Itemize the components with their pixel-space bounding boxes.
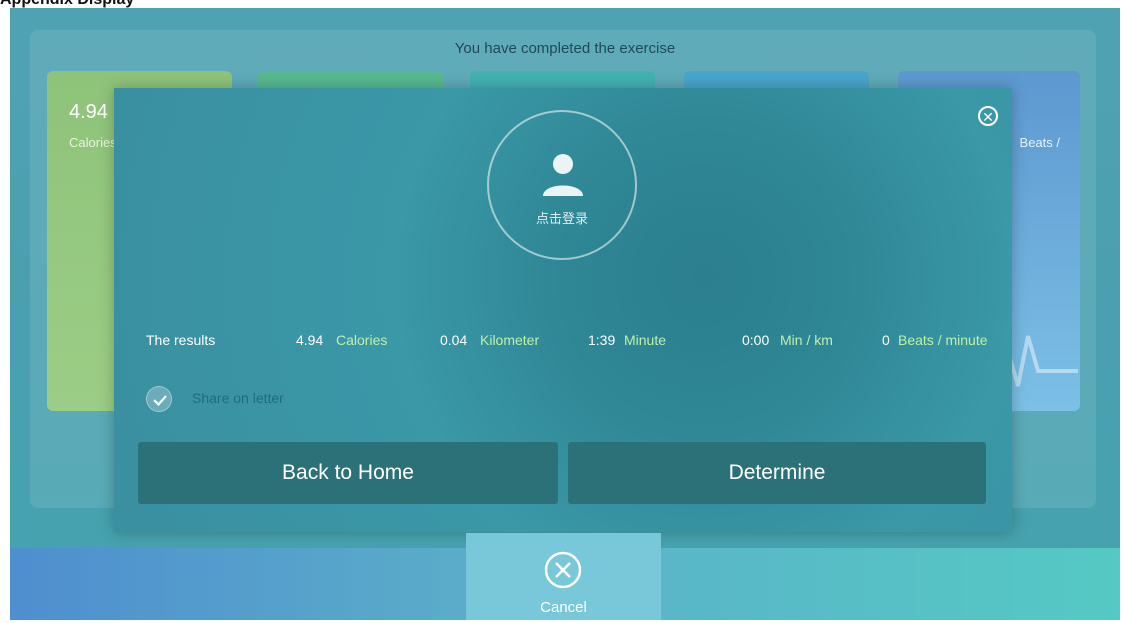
close-icon[interactable]: ✕ — [978, 106, 998, 126]
user-icon — [543, 154, 583, 196]
result-time-value: 1:39 — [588, 332, 616, 348]
result-heart-unit: Beats / minute — [898, 332, 988, 348]
cancel-icon — [544, 551, 582, 589]
card-unit: Calories — [69, 135, 117, 150]
result-time-unit: Minute — [624, 332, 667, 348]
result-heart-value: 0 — [882, 332, 890, 348]
cancel-button[interactable]: Cancel — [466, 533, 661, 620]
share-label: Share on letter — [192, 390, 284, 406]
exercise-complete-title: You have completed the exercise — [454, 40, 676, 57]
result-calories-unit: Calories — [336, 332, 388, 348]
header-caption: Appendix Display — [0, 0, 240, 8]
result-calories-value: 4.94 — [296, 332, 324, 348]
exercise-result-dialog: ✕ 点击登录 The results 4.94 Calories 0.04 Ki… — [114, 88, 1012, 532]
app-screen: You have completed the exercise 4.94 Cal… — [10, 8, 1120, 620]
checkmark-icon — [153, 395, 167, 407]
results-row: The results 4.94 Calories 0.04 Kilometer… — [146, 332, 1006, 354]
result-pace-value: 0:00 — [742, 332, 770, 348]
result-distance-value: 0.04 — [440, 332, 468, 348]
card-unit: Beats / — [1019, 135, 1060, 150]
card-value: 4.94 — [69, 101, 108, 123]
login-label: 点击登录 — [535, 211, 588, 226]
share-checkbox[interactable] — [146, 386, 172, 412]
determine-button[interactable]: Determine — [568, 442, 986, 504]
cancel-label: Cancel — [540, 599, 587, 616]
login-avatar[interactable]: 点击登录 — [487, 110, 637, 260]
result-pace-unit: Min / km — [780, 332, 833, 348]
results-label: The results — [146, 332, 216, 348]
back-to-home-button[interactable]: Back to Home — [138, 442, 558, 504]
result-distance-unit: Kilometer — [480, 332, 540, 348]
